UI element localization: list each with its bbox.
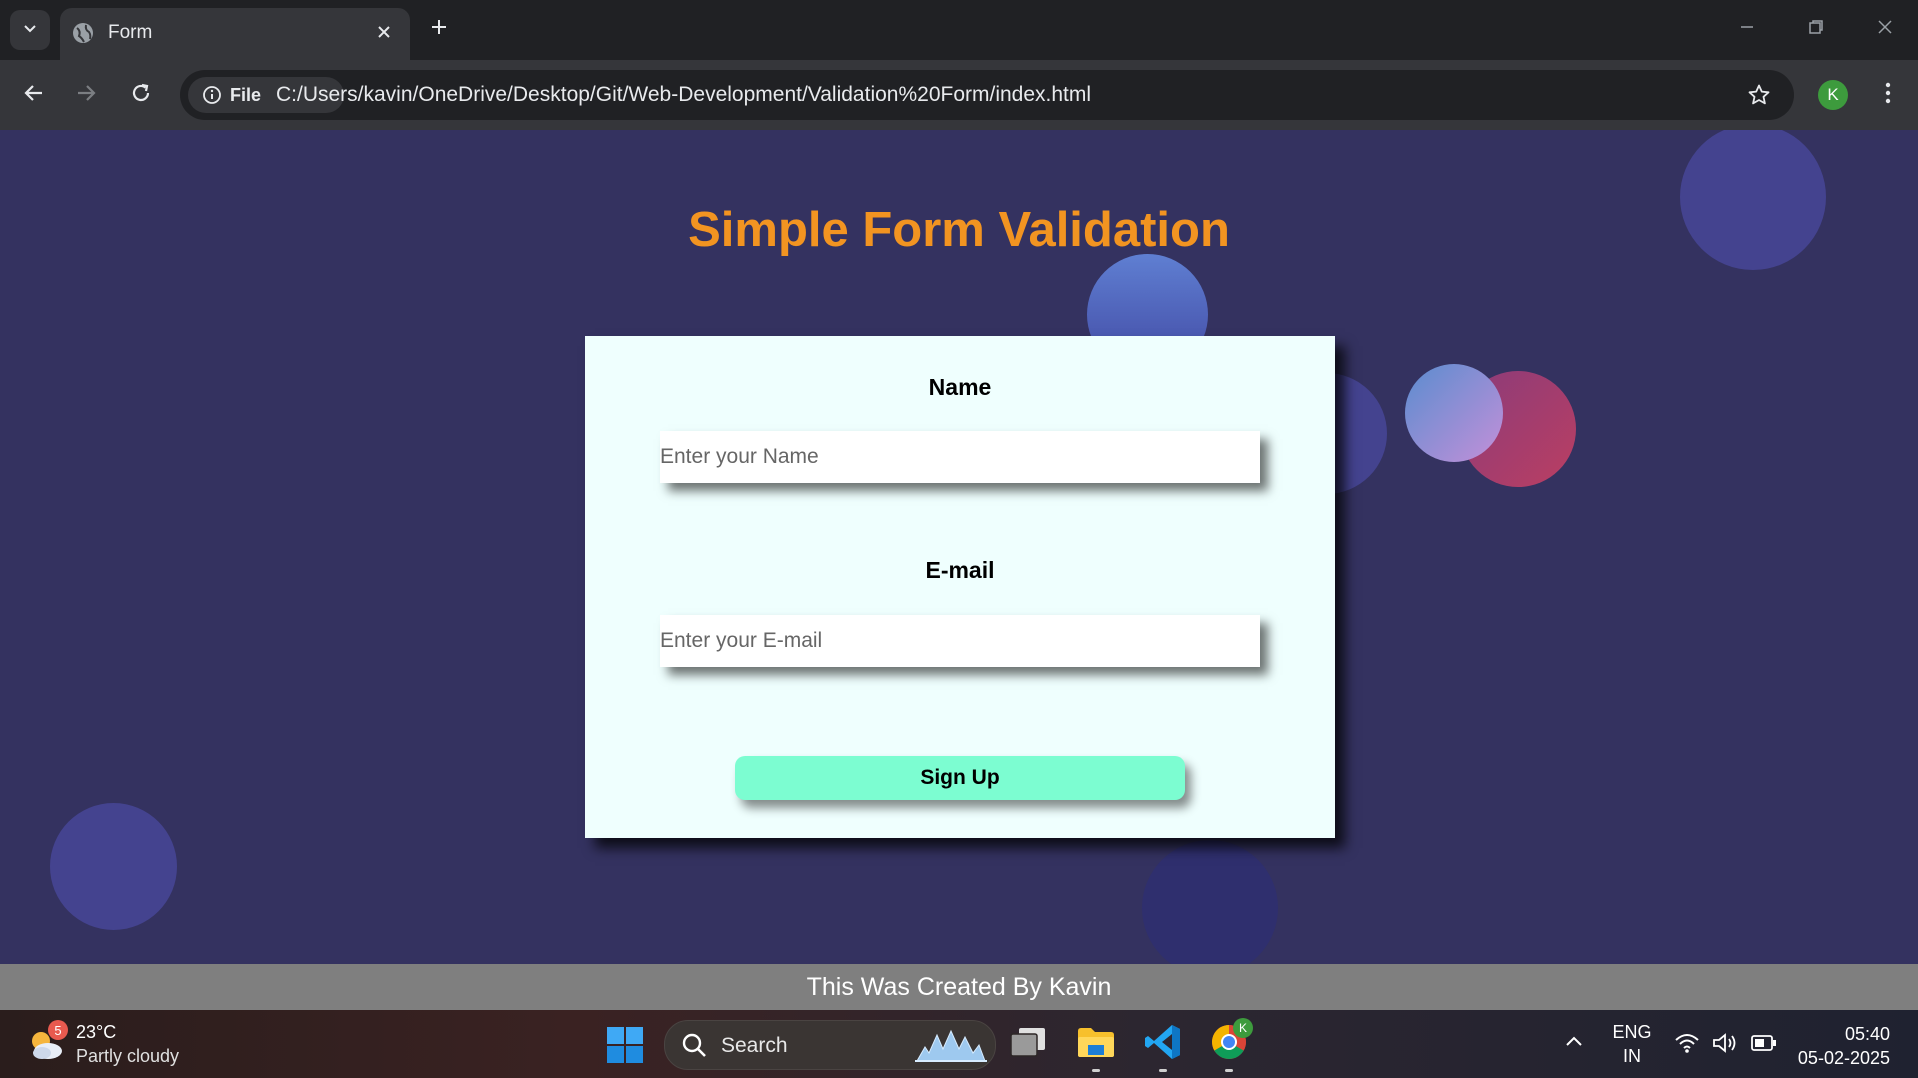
search-highlight-illustration-icon (915, 1027, 987, 1068)
arrow-right-icon (75, 82, 97, 109)
folder-icon (1076, 1025, 1116, 1064)
browser-tab-form[interactable]: Form (60, 8, 410, 60)
profile-avatar[interactable]: K (1818, 80, 1848, 110)
reload-button[interactable] (121, 75, 161, 115)
chevron-down-icon (22, 20, 38, 41)
task-view-button[interactable] (1006, 1022, 1050, 1066)
start-button[interactable] (606, 1026, 644, 1064)
taskbar-search-box[interactable]: Search (664, 1020, 996, 1070)
close-icon (1877, 19, 1893, 40)
running-indicator (1159, 1069, 1167, 1072)
info-icon (202, 85, 222, 105)
chrome-profile-badge: K (1233, 1018, 1253, 1038)
decorative-bubble (50, 803, 177, 930)
decorative-bubble (1142, 840, 1278, 964)
search-icon (681, 1032, 707, 1063)
weather-description: Partly cloudy (76, 1046, 180, 1066)
more-vertical-icon (1885, 82, 1891, 109)
url-text[interactable]: C:/Users/kavin/OneDrive/Desktop/Git/Web-… (276, 83, 1091, 107)
new-tab-button[interactable] (424, 14, 454, 44)
wifi-icon[interactable] (1674, 1032, 1700, 1059)
file-chip-label: File (230, 85, 262, 105)
system-clock[interactable]: 05:40 05-02-2025 (1798, 1022, 1890, 1070)
chevron-up-icon[interactable] (1564, 1032, 1584, 1057)
plus-icon (430, 18, 448, 41)
email-input[interactable] (660, 615, 1260, 667)
clock-date: 05-02-2025 (1797, 1048, 1890, 1068)
tab-title: Form (108, 22, 153, 43)
windows-taskbar: 5 23°C Partly cloudy Search K ENG IN 05:… (0, 1010, 1918, 1078)
signup-form-card: Name E-mail Sign Up (585, 336, 1335, 838)
windows-logo-icon (606, 1027, 644, 1068)
volume-icon[interactable] (1712, 1032, 1738, 1059)
weather-temperature: 23°C (76, 1022, 117, 1042)
page-viewport: Simple Form Validation Name E-mail Sign … (0, 130, 1918, 964)
tab-search-button[interactable] (10, 10, 50, 50)
page-footer: This Was Created By Kavin (0, 964, 1918, 1010)
browser-toolbar: File C:/Users/kavin/OneDrive/Desktop/Git… (0, 60, 1918, 130)
sign-up-button[interactable]: Sign Up (735, 756, 1185, 800)
close-tab-icon[interactable] (372, 20, 396, 44)
page-title: Simple Form Validation (688, 203, 1230, 257)
vscode-icon (1144, 1023, 1182, 1066)
browser-tabstrip: Form (0, 0, 1918, 60)
clock-time: 05:40 (1844, 1024, 1890, 1044)
reload-icon (130, 82, 152, 109)
name-label: Name (928, 374, 992, 400)
restore-button[interactable] (1791, 10, 1841, 48)
arrow-left-icon (23, 82, 45, 109)
restore-icon (1808, 19, 1824, 40)
battery-icon[interactable] (1750, 1034, 1778, 1057)
file-explorer-button[interactable] (1074, 1022, 1118, 1072)
running-indicator (1092, 1069, 1100, 1072)
language-indicator-line2: IN (1623, 1046, 1641, 1066)
vscode-button[interactable] (1141, 1022, 1185, 1072)
chrome-button[interactable]: K (1207, 1018, 1253, 1072)
close-window-button[interactable] (1860, 10, 1910, 48)
name-input[interactable] (660, 431, 1260, 483)
language-indicator-line1[interactable]: ENG (1612, 1022, 1652, 1043)
weather-alert-badge: 5 (48, 1020, 68, 1040)
browser-menu-button[interactable] (1870, 77, 1906, 113)
back-button[interactable] (14, 75, 54, 115)
minimize-button[interactable] (1722, 10, 1772, 48)
globe-icon (72, 22, 94, 44)
email-label: E-mail (925, 557, 995, 583)
task-view-icon (1009, 1026, 1047, 1063)
forward-button[interactable] (66, 75, 106, 115)
address-bar[interactable]: File C:/Users/kavin/OneDrive/Desktop/Git… (180, 70, 1794, 120)
search-label: Search (721, 1034, 788, 1057)
decorative-bubble (1405, 364, 1503, 462)
minimize-icon (1739, 19, 1755, 40)
running-indicator (1225, 1069, 1233, 1072)
bookmark-star-icon[interactable] (1744, 80, 1774, 110)
